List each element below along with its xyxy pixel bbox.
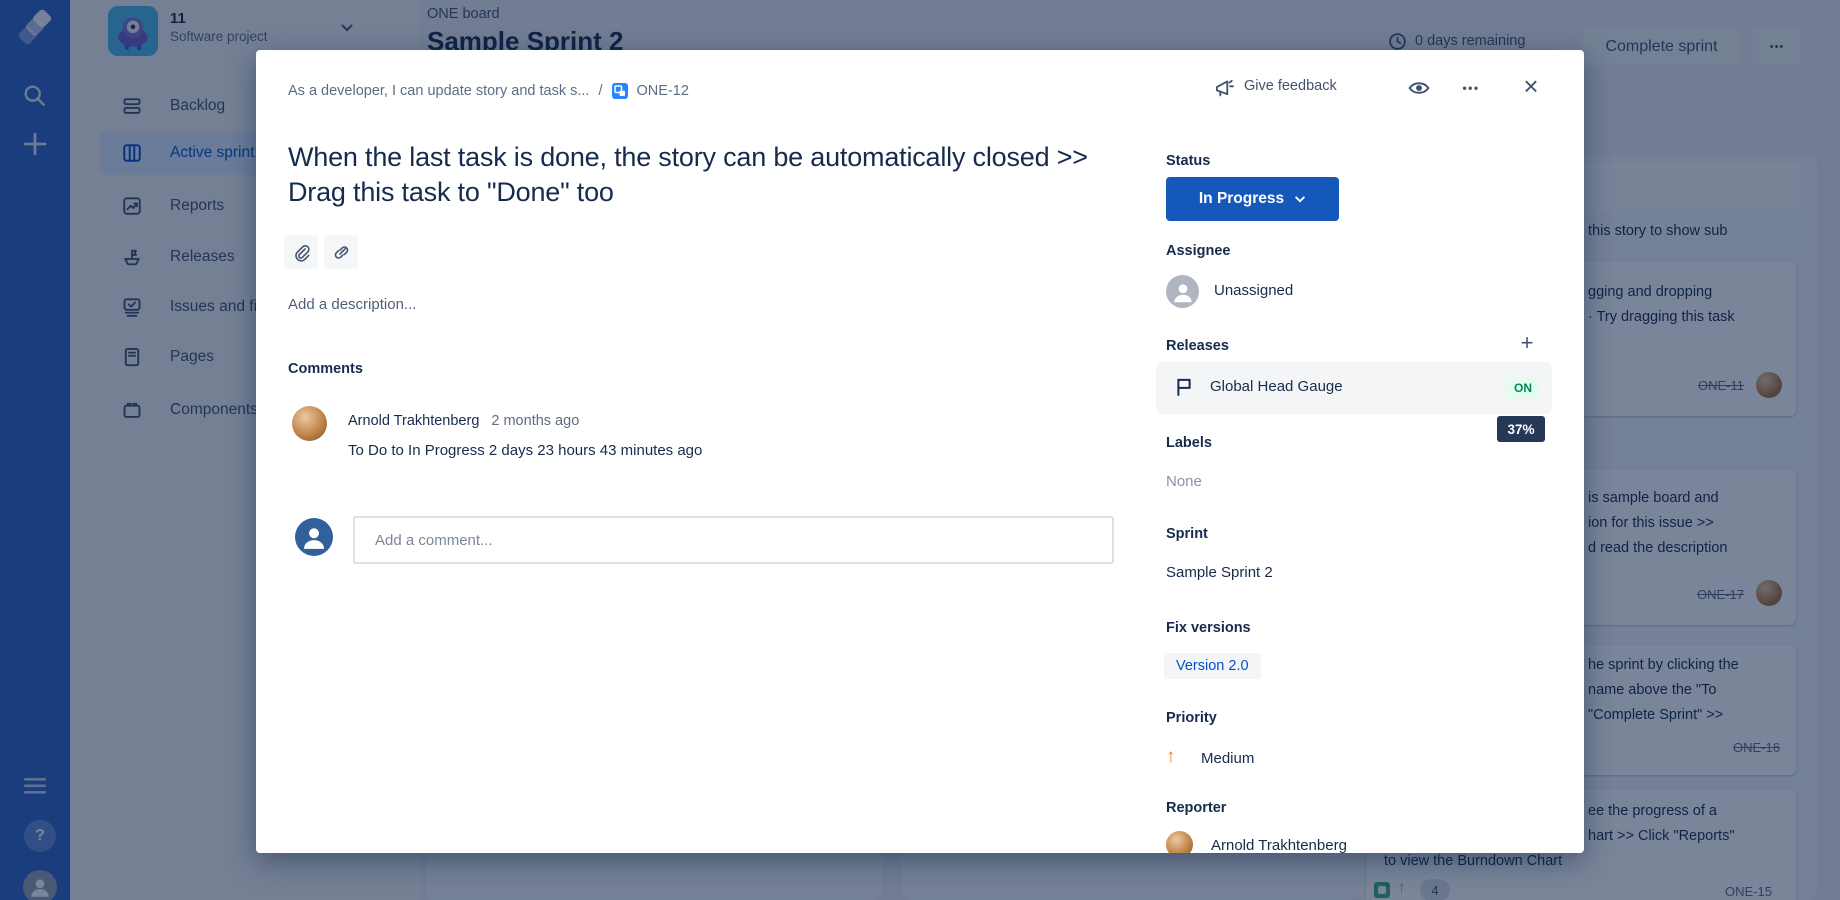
comment-timestamp: 2 months ago [491,413,579,429]
megaphone-icon [1208,72,1238,104]
breadcrumb-parent-link[interactable]: As a developer, I can update story and t… [288,83,589,99]
releases-label: Releases [1166,338,1229,354]
priority-value[interactable]: Medium [1201,750,1254,767]
sprint-label: Sprint [1166,526,1208,542]
flag-icon [1174,376,1194,398]
fix-versions-label: Fix versions [1166,620,1251,636]
link-icon [332,243,351,262]
reporter-value: Arnold Trakhtenberg [1211,837,1347,853]
comment-body: To Do to In Progress 2 days 23 hours 43 … [348,442,702,459]
add-release-button[interactable]: + [1514,330,1540,356]
breadcrumb-issue-key-link[interactable]: ONE-12 [637,83,689,99]
release-name: Global Head Gauge [1210,378,1343,395]
priority-medium-icon: ↑ [1166,746,1176,768]
modal-more-button[interactable]: ••• [1454,72,1488,104]
status-value: In Progress [1199,190,1284,208]
release-progress-badge: 37% [1497,416,1545,442]
comments-heading: Comments [288,361,363,377]
comment-author-avatar [292,406,327,441]
fix-version-link[interactable]: Version 2.0 [1164,653,1261,679]
status-label: Status [1166,153,1210,169]
breadcrumb-separator: / [598,83,602,99]
add-description-area[interactable]: Add a description... [288,296,416,313]
priority-label: Priority [1166,710,1217,726]
paperclip-icon [292,243,311,262]
status-dropdown-button[interactable]: In Progress [1166,177,1339,221]
release-on-badge: ON [1506,378,1540,398]
subtask-type-icon [612,83,628,99]
reporter-label: Reporter [1166,800,1226,816]
issue-title[interactable]: When the last task is done, the story ca… [288,140,1108,210]
watch-eye-icon[interactable] [1402,72,1436,104]
current-user-avatar [295,518,333,556]
issue-detail-modal: As a developer, I can update story and t… [256,50,1584,853]
reporter-avatar [1166,831,1193,853]
sprint-value[interactable]: Sample Sprint 2 [1166,564,1273,581]
link-button[interactable] [324,235,358,269]
comment-author: Arnold Trakhtenberg [348,413,479,429]
chevron-down-icon [1294,195,1306,204]
labels-label: Labels [1166,435,1212,451]
release-row[interactable]: Global Head Gauge ON [1156,362,1552,414]
comment-meta: Arnold Trakhtenberg 2 months ago [348,413,579,429]
close-icon[interactable]: × [1514,70,1548,102]
screen: ? 11 Software project Backlog [0,0,1840,900]
assignee-label: Assignee [1166,243,1230,259]
attach-button[interactable] [284,235,318,269]
unassigned-avatar [1166,275,1199,308]
breadcrumb: As a developer, I can update story and t… [288,83,689,99]
labels-value[interactable]: None [1166,473,1202,490]
add-comment-input[interactable] [353,516,1114,564]
give-feedback-button[interactable]: Give feedback [1244,78,1337,94]
assignee-value[interactable]: Unassigned [1214,282,1293,299]
